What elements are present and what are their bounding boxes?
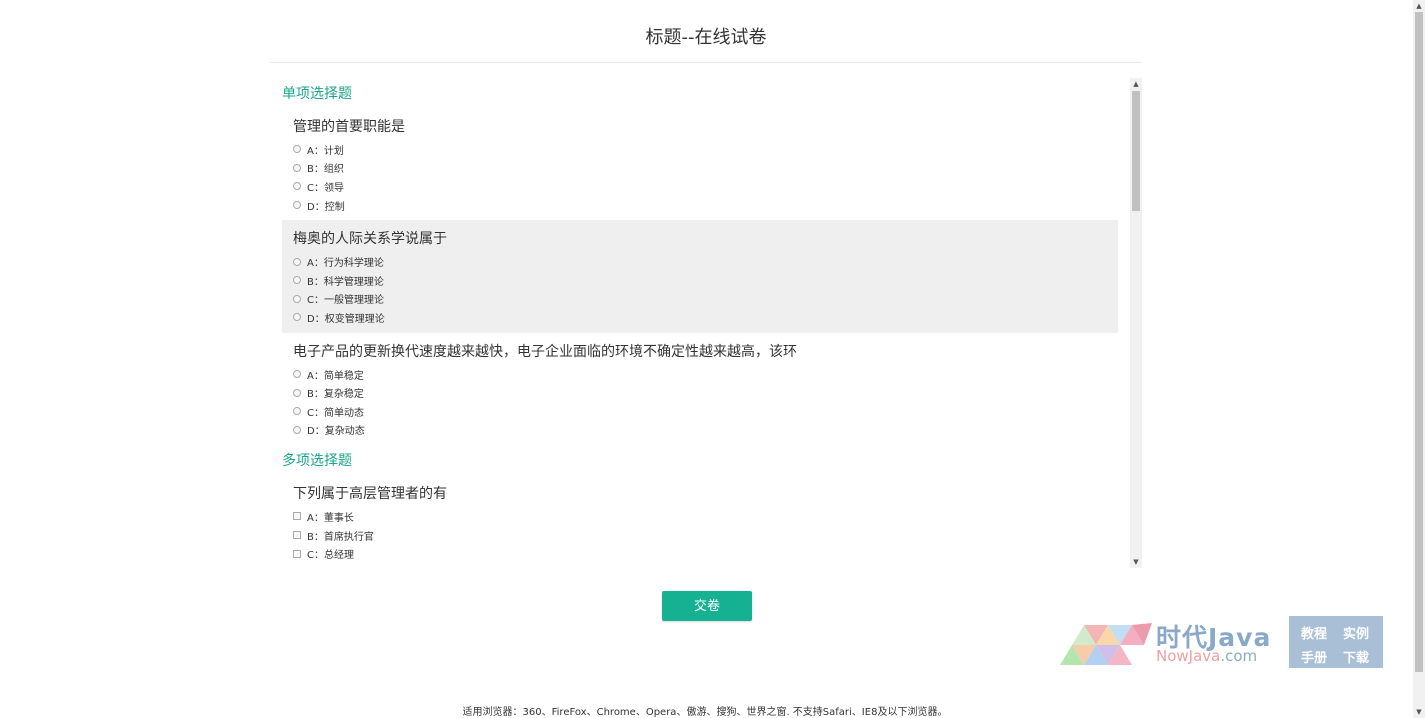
question-text: 电子产品的更新换代速度越来越快，电子企业面临的环境不确定性越来越高，该环 [293,343,797,360]
option-label: C：总经理 [307,550,354,562]
question-item: 电子产品的更新换代速度越来越快，电子企业面临的环境不确定性越来越高，该环 A：简… [282,333,1118,445]
option-row[interactable]: B：首席执行官 [293,526,1107,545]
radio-button[interactable] [293,257,301,266]
page-scrollbar[interactable]: ▲ ▼ [1413,0,1425,718]
option-label: B：科学管理理论 [307,276,384,288]
question-text: 管理的首要职能是 [293,119,405,135]
watermark-tag-box: 教程 实例 手册 下载 [1289,616,1383,668]
question-item: 下列属于高层管理者的有 A：董事长 B：首席执行官 C：总经理 [282,475,1118,568]
question-item: 梅奥的人际关系学说属于 A：行为科学理论 B：科学管理理论 C：一般管理理论 D… [282,220,1118,333]
option-row[interactable]: D：权变管理理论 [293,308,1107,327]
radio-button[interactable] [293,145,301,154]
watermark-tag: 实例 [1343,627,1370,642]
option-row[interactable]: C：简单动态 [293,402,1107,421]
radio-button[interactable] [293,182,301,191]
question-item: 管理的首要职能是 A：计划 B：组织 C：领导 D：控制 [282,108,1118,220]
option-label: C：领导 [307,182,344,194]
option-label: A：计划 [307,145,344,157]
submit-exam-button[interactable]: 交卷 [662,591,752,621]
page-scroll-down-arrow-icon[interactable]: ▼ [1413,706,1425,718]
exam-page: 标题--在线试卷 单项选择题 管理的首要职能是 A：计划 B：组织 C：领导 D… [0,0,1425,718]
watermark-subtitle-domain: .com [1220,647,1258,665]
option-label: A：简单稳定 [307,370,364,382]
radio-button[interactable] [293,425,301,434]
option-row[interactable]: B：组织 [293,159,1107,178]
nowjava-watermark: 时代Java NowJava.com 教程 实例 手册 下载 [1060,615,1385,670]
option-label: D：控制 [307,201,345,213]
scroll-up-arrow-icon[interactable]: ▲ [1130,78,1142,90]
question-text: 梅奥的人际关系学说属于 [293,231,447,248]
checkbox[interactable] [293,549,301,558]
option-row[interactable]: C：领导 [293,177,1107,196]
scrollbar-thumb[interactable] [1132,91,1140,211]
option-row[interactable]: B：科学管理理论 [293,271,1107,290]
option-label: B：首席执行官 [307,531,374,543]
watermark-tag: 教程 [1301,627,1328,642]
option-label: C：简单动态 [307,407,364,419]
watermark-subtitle-left: NowJava [1156,647,1221,665]
exam-scrollbar[interactable]: ▲ ▼ [1130,78,1142,568]
browser-support-footer: 适用浏览器：360、FireFox、Chrome、Opera、傲游、搜狗、世界之… [462,707,948,718]
option-row[interactable]: D：控制 [293,196,1107,215]
option-row[interactable]: C：一般管理理论 [293,290,1107,309]
checkbox[interactable] [293,512,301,521]
checkbox[interactable] [293,531,301,540]
page-scroll-up-arrow-icon[interactable]: ▲ [1413,0,1425,12]
option-row[interactable]: A：董事长 [293,507,1107,526]
option-label: A：行为科学理论 [307,258,384,270]
page-title: 标题--在线试卷 [270,24,1142,63]
exam-content: 单项选择题 管理的首要职能是 A：计划 B：组织 C：领导 D：控制 梅奥的人际… [282,78,1118,568]
option-label: A：董事长 [307,512,354,524]
option-row[interactable]: A：简单稳定 [293,365,1107,384]
multi-choice-section-title: 多项选择题 [282,453,352,470]
watermark-subtitle: NowJava.com [1156,647,1257,665]
option-row[interactable]: A：计划 [293,140,1107,159]
option-row[interactable]: C：总经理 [293,544,1107,563]
scroll-down-arrow-icon[interactable]: ▼ [1130,556,1142,568]
watermark-tag: 手册 [1301,651,1328,666]
question-text: 下列属于高层管理者的有 [293,486,447,503]
radio-button[interactable] [293,163,301,172]
single-choice-section-title: 单项选择题 [282,86,352,102]
radio-button[interactable] [293,201,301,210]
radio-button[interactable] [293,276,301,285]
option-label: B：复杂稳定 [307,389,364,401]
exam-scroll-container[interactable]: 单项选择题 管理的首要职能是 A：计划 B：组织 C：领导 D：控制 梅奥的人际… [272,78,1142,568]
triangle-logo-icon [1060,623,1152,665]
option-label: D：权变管理理论 [307,313,385,325]
option-label: D：复杂动态 [307,426,365,438]
radio-button[interactable] [293,370,301,379]
option-row[interactable]: A：行为科学理论 [293,252,1107,271]
page-scrollbar-thumb[interactable] [1415,12,1423,672]
option-label: C：一般管理理论 [307,295,384,307]
radio-button[interactable] [293,388,301,397]
watermark-tag: 下载 [1343,651,1370,666]
option-row[interactable]: B：复杂稳定 [293,383,1107,402]
radio-button[interactable] [293,313,301,322]
radio-button[interactable] [293,407,301,416]
option-row[interactable]: D：复杂动态 [293,421,1107,440]
option-label: B：组织 [307,164,344,176]
radio-button[interactable] [293,294,301,303]
